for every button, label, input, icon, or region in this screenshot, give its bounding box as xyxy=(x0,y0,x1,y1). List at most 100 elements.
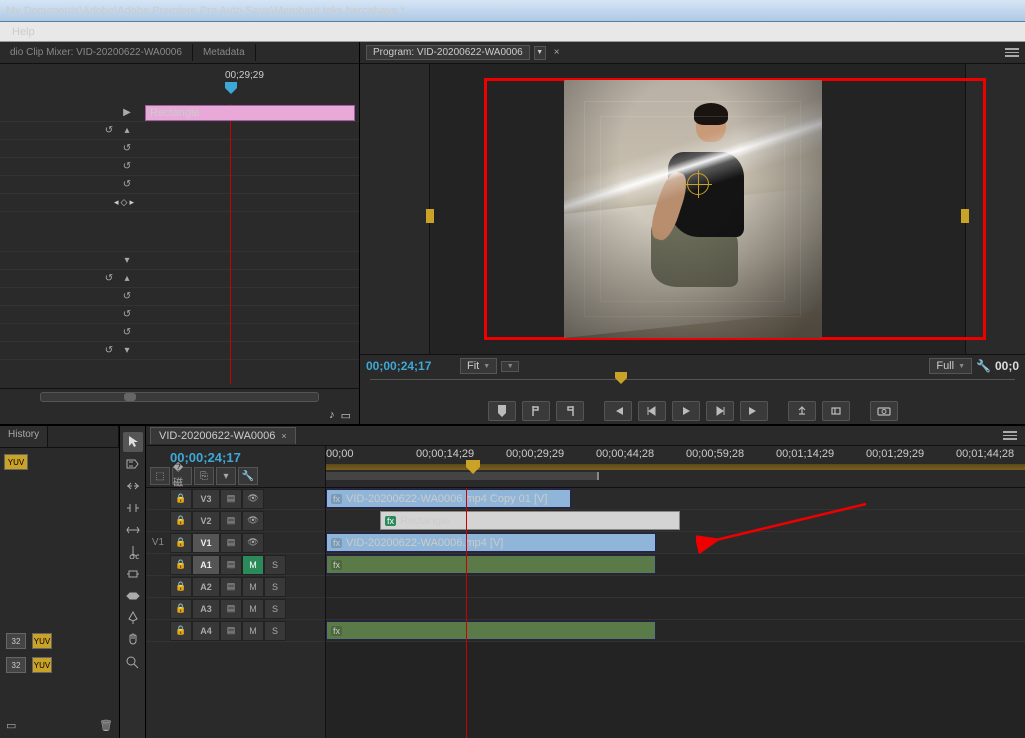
linked-selection-toggle[interactable]: ⎘ xyxy=(194,467,214,485)
reset-icon[interactable]: ↺ xyxy=(120,308,134,322)
slip-tool[interactable] xyxy=(123,564,143,584)
reset-icon[interactable]: ↺ xyxy=(120,160,134,174)
program-preview-image[interactable] xyxy=(564,80,822,338)
export-frame-button[interactable] xyxy=(870,401,898,421)
panel-menu-icon[interactable] xyxy=(1005,48,1019,57)
mark-in-button[interactable] xyxy=(522,401,550,421)
lift-button[interactable] xyxy=(788,401,816,421)
solo-toggle[interactable]: S xyxy=(264,577,286,597)
solo-toggle[interactable]: S xyxy=(264,555,286,575)
ec-playhead-marker[interactable] xyxy=(225,82,237,98)
lock-icon[interactable]: 🔒 xyxy=(170,621,192,641)
lock-icon[interactable]: 🔒 xyxy=(170,489,192,509)
eye-icon[interactable]: 👁 xyxy=(242,489,264,509)
track-lane-v3[interactable]: fxVID-20200622-WA0006.mp4 Copy 01 [V] xyxy=(326,488,1025,510)
chevron-up-icon[interactable]: ▴ xyxy=(120,124,134,138)
clip-v3[interactable]: fxVID-20200622-WA0006.mp4 Copy 01 [V] xyxy=(326,489,571,508)
close-icon[interactable]: × xyxy=(550,46,564,60)
track-select-tool[interactable] xyxy=(123,454,143,474)
tab-history[interactable]: History xyxy=(0,426,48,447)
ec-tool-icon[interactable]: ▭ xyxy=(341,409,351,422)
reset-icon[interactable]: ↺ xyxy=(120,326,134,340)
quality-select[interactable]: Full▼ xyxy=(929,358,972,374)
eye-icon[interactable]: 👁 xyxy=(242,511,264,531)
mute-toggle[interactable]: M xyxy=(242,577,264,597)
track-header-a1[interactable]: 🔒 A1 ▤ M S xyxy=(146,554,325,576)
track-header-v1[interactable]: V1 🔒 V1 ▤ 👁 xyxy=(146,532,325,554)
track-output-toggle[interactable]: ▤ xyxy=(220,533,242,553)
zoom-fit-select[interactable]: Fit▼ xyxy=(460,358,497,374)
track-lane-a4[interactable]: fx xyxy=(326,620,1025,642)
reset-icon[interactable]: ↺ xyxy=(102,124,116,138)
mute-toggle[interactable]: M xyxy=(242,555,264,575)
chevron-down-icon[interactable]: ▾ xyxy=(120,254,134,268)
menu-help[interactable]: Help xyxy=(6,26,41,38)
play-button[interactable] xyxy=(672,401,700,421)
tab-audio-clip-mixer[interactable]: dio Clip Mixer: VID-20200622-WA0006 xyxy=(0,44,193,61)
timeline-playhead-line[interactable] xyxy=(466,488,467,738)
razor-tool[interactable] xyxy=(123,542,143,562)
lock-icon[interactable]: 🔒 xyxy=(170,577,192,597)
close-icon[interactable]: × xyxy=(281,431,286,441)
snap-toggle[interactable]: �磁 xyxy=(172,467,192,485)
solo-toggle[interactable]: S xyxy=(264,621,286,641)
marker-toggle[interactable]: ▾ xyxy=(216,467,236,485)
track-header-a3[interactable]: 🔒 A3 ▤ M S xyxy=(146,598,325,620)
reset-icon[interactable]: ↺ xyxy=(120,142,134,156)
track-output-toggle[interactable]: ▤ xyxy=(220,599,242,619)
track-header-a2[interactable]: 🔒 A2 ▤ M S xyxy=(146,576,325,598)
trash-icon[interactable]: 🗑 xyxy=(99,719,113,732)
clip-v1[interactable]: fxVID-20200622-WA0006.mp4 [V] xyxy=(326,533,656,552)
reset-icon[interactable]: ↺ xyxy=(120,178,134,192)
go-to-in-button[interactable] xyxy=(604,401,632,421)
clip-v2-rectangle[interactable]: fxRectangle xyxy=(380,511,680,530)
track-output-toggle[interactable]: ▤ xyxy=(220,555,242,575)
reset-icon[interactable]: ↺ xyxy=(102,272,116,286)
nest-toggle[interactable]: ⬚ xyxy=(150,467,170,485)
panel-menu-icon[interactable] xyxy=(995,431,1025,440)
ripple-edit-tool[interactable] xyxy=(123,476,143,496)
program-timecode[interactable]: 00;00;24;17 xyxy=(366,359,456,373)
lock-icon[interactable]: 🔒 xyxy=(170,599,192,619)
add-marker-button[interactable] xyxy=(488,401,516,421)
keyframe-nav[interactable]: ◂◇▸ xyxy=(114,197,134,208)
mute-toggle[interactable]: M xyxy=(242,621,264,641)
program-dropdown[interactable]: ▼ xyxy=(534,46,546,60)
track-output-toggle[interactable]: ▤ xyxy=(220,489,242,509)
work-area-bar[interactable] xyxy=(326,472,599,480)
track-lane-v2[interactable]: fxRectangle xyxy=(326,510,1025,532)
settings-icon[interactable]: 🔧 xyxy=(976,359,991,373)
track-lane-v1[interactable]: fxVID-20200622-WA0006.mp4 [V] xyxy=(326,532,1025,554)
pen-tool[interactable] xyxy=(123,608,143,628)
track-header-v2[interactable]: 🔒 V2 ▤ 👁 xyxy=(146,510,325,532)
timeline-ruler[interactable]: 00;00 00;00;14;29 00;00;29;29 00;00;44;2… xyxy=(326,446,1025,487)
zoom-extra-select[interactable]: ▼ xyxy=(501,361,519,372)
chevron-up-icon[interactable]: ▴ xyxy=(120,272,134,286)
timeline-playhead-marker[interactable] xyxy=(466,460,480,478)
clip-a1[interactable]: fx xyxy=(326,555,656,574)
menu-bar[interactable]: Help xyxy=(0,22,1025,42)
chevron-right-icon[interactable]: ▶ xyxy=(120,106,134,120)
program-mini-timeline[interactable] xyxy=(370,379,1015,397)
track-lane-a2[interactable] xyxy=(326,576,1025,598)
eye-icon[interactable]: 👁 xyxy=(242,533,264,553)
mute-toggle[interactable]: M xyxy=(242,599,264,619)
new-bin-icon[interactable]: ▭ xyxy=(6,719,16,732)
sequence-tab[interactable]: VID-20200622-WA0006× xyxy=(150,427,296,444)
reset-icon[interactable]: ↺ xyxy=(102,344,116,358)
extract-button[interactable] xyxy=(822,401,850,421)
rate-stretch-tool[interactable] xyxy=(123,520,143,540)
lock-icon[interactable]: 🔒 xyxy=(170,533,192,553)
track-header-a4[interactable]: 🔒 A4 ▤ M S xyxy=(146,620,325,642)
ec-clip-rectangle[interactable]: Rectangle xyxy=(145,105,355,121)
ec-h-scrollbar[interactable] xyxy=(0,389,359,405)
track-lane-a1[interactable]: fx xyxy=(326,554,1025,576)
ec-tool-icon[interactable]: ♪ xyxy=(329,409,335,421)
slide-tool[interactable] xyxy=(123,586,143,606)
step-forward-button[interactable] xyxy=(706,401,734,421)
mark-out-button[interactable] xyxy=(556,401,584,421)
rolling-edit-tool[interactable] xyxy=(123,498,143,518)
in-point-marker[interactable] xyxy=(426,209,434,223)
track-lane-a3[interactable] xyxy=(326,598,1025,620)
reset-icon[interactable]: ↺ xyxy=(120,290,134,304)
